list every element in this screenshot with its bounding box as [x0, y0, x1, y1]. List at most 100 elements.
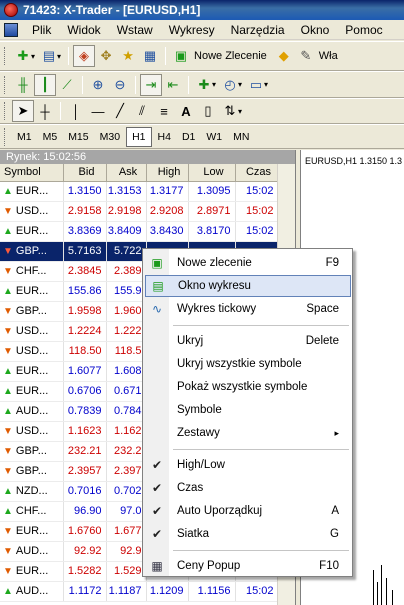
warning-icon[interactable]: ◆ [273, 45, 295, 67]
toolbar-grip[interactable] [4, 127, 7, 146]
dropdown-arrow-icon[interactable]: ▾ [264, 80, 268, 89]
menu-wstaw[interactable]: Wstaw [109, 23, 161, 37]
bid-cell: 96.90 [63, 501, 107, 522]
ask-cell: 1.677 [106, 521, 147, 542]
horizontal-line-icon[interactable]: — [87, 100, 109, 122]
period-h1[interactable]: H1 [126, 126, 152, 147]
equidistant-channel-icon[interactable]: ⫽ [131, 100, 153, 122]
context-menu-item[interactable]: ✔ Siatka G [145, 523, 351, 545]
navigator-icon[interactable]: ✥ [95, 45, 117, 67]
context-menu-item[interactable]: ▤ Okno wykresu [145, 275, 351, 297]
favorites-icon[interactable]: ★ [117, 45, 139, 67]
menu-plik[interactable]: Plik [24, 23, 59, 37]
context-menu-item[interactable]: Zestawy ▸ [145, 422, 351, 444]
context-menu-item[interactable]: Pokaż wszystkie symbole [145, 376, 351, 398]
context-menu-item[interactable]: ▦ Ceny Popup F10 [145, 555, 351, 577]
dropdown-arrow-icon[interactable]: ▾ [57, 52, 61, 61]
bid-cell: 118.50 [63, 341, 107, 362]
toolbar-grip[interactable] [4, 75, 7, 94]
context-menu-item[interactable]: Ukryj wszystkie symbole [145, 353, 351, 375]
fibonacci-icon[interactable]: ≡ [153, 100, 175, 122]
checkmark-icon: ✔ [151, 504, 163, 518]
crosshair-icon[interactable]: ┼ [34, 100, 56, 122]
popup-prices-icon: ▦ [151, 559, 163, 573]
menu-widok[interactable]: Widok [59, 23, 108, 37]
bar-chart-icon[interactable]: ╫ [12, 74, 34, 96]
trendline-icon[interactable]: ╱ [109, 100, 131, 122]
chart-shift-icon[interactable]: ⇤ [162, 74, 184, 96]
market-watch-icon[interactable]: ◈ [73, 45, 96, 67]
checkmark-icon: ✔ [151, 458, 163, 472]
vertical-line-icon[interactable]: │ [65, 100, 87, 122]
column-header-high[interactable]: High [146, 164, 189, 182]
label-icon[interactable]: ▯ [197, 100, 219, 122]
new-order-button[interactable]: Nowe Zlecenie [194, 50, 267, 62]
zoom-in-icon[interactable]: ⊕ [87, 74, 109, 96]
table-row[interactable]: ▲ EUR... 3.8369 3.8409 3.8430 3.8170 15:02 [0, 221, 279, 242]
context-menu-item[interactable]: ∿ Wykres tickowy Space [145, 298, 351, 320]
column-header-low[interactable]: Low [188, 164, 236, 182]
symbol-name: EUR... [15, 285, 49, 297]
document-system-icon[interactable] [4, 22, 18, 37]
menu-okno[interactable]: Okno [293, 23, 338, 37]
period-h4[interactable]: H4 [153, 127, 176, 147]
line-chart-icon[interactable]: ⟋ [56, 74, 78, 96]
arrow-up-icon: ▲ [3, 586, 13, 597]
table-row[interactable]: ▲ AUD... 1.1172 1.1187 1.1209 1.1156 15:02 [0, 581, 279, 602]
menu-wykresy[interactable]: Wykresy [161, 23, 223, 37]
low-cell: 1.3095 [188, 181, 236, 202]
dropdown-arrow-icon[interactable]: ▾ [212, 80, 216, 89]
time-cell: 15:02 [235, 221, 279, 242]
period-w1[interactable]: W1 [201, 127, 227, 147]
dropdown-arrow-icon[interactable]: ▾ [238, 107, 242, 116]
menu-item-label: Siatka [177, 528, 209, 540]
period-m1[interactable]: M1 [12, 127, 37, 147]
column-header-bid[interactable]: Bid [63, 164, 107, 182]
context-menu-item[interactable]: ▣ Nowe zlecenie F9 [145, 252, 351, 274]
toolbar-grip[interactable] [4, 47, 7, 65]
dropdown-arrow-icon[interactable]: ▾ [238, 80, 242, 89]
terminal-icon[interactable]: ▦ [139, 45, 161, 67]
menu-pomoc[interactable]: Pomoc [337, 23, 390, 37]
text-icon[interactable]: A [175, 100, 197, 122]
truncated-toolbar-label[interactable]: Wła [319, 50, 338, 62]
zoom-out-icon[interactable]: ⊖ [109, 74, 131, 96]
candlestick-icon[interactable]: ┃ [34, 73, 56, 96]
symbol-name: USD... [15, 345, 49, 357]
auto-scroll-icon[interactable]: ⇥ [140, 73, 162, 96]
column-header-symbol[interactable]: Symbol [0, 164, 64, 182]
context-menu-item[interactable]: ✔ High/Low [145, 454, 351, 476]
period-m15[interactable]: M15 [63, 127, 93, 147]
bid-cell: 0.7016 [63, 481, 107, 502]
arrow-down-icon: ▼ [3, 326, 13, 337]
context-menu-item[interactable]: ✔ Auto Uporządkuj A [145, 500, 351, 522]
dropdown-arrow-icon[interactable]: ▾ [31, 52, 35, 61]
period-m30[interactable]: M30 [95, 127, 125, 147]
bid-cell: 1.6077 [63, 361, 107, 382]
expert-icon[interactable]: ✎ [295, 45, 317, 67]
new-order-icon[interactable]: ▣ [170, 45, 192, 67]
bid-cell: 2.9158 [63, 201, 107, 222]
ask-cell: 1.960 [106, 301, 147, 322]
context-menu-item[interactable]: ✔ Czas [145, 477, 351, 499]
period-mn[interactable]: MN [228, 127, 254, 147]
tick-chart-icon: ∿ [151, 302, 163, 316]
context-menu-item[interactable]: Ukryj Delete [145, 330, 351, 352]
table-row[interactable]: ▼ USD... 2.9158 2.9198 2.9208 2.8971 15:02 [0, 201, 279, 222]
app-logo-icon [4, 3, 18, 17]
menu-narzedzia[interactable]: Narzędzia [223, 23, 293, 37]
arrow-down-icon: ▼ [3, 346, 13, 357]
period-d1[interactable]: D1 [177, 127, 200, 147]
high-cell: 3.8430 [146, 221, 189, 242]
arrow-down-icon: ▼ [3, 566, 13, 577]
period-m5[interactable]: M5 [38, 127, 63, 147]
symbol-name: USD... [15, 205, 49, 217]
context-menu-item[interactable]: Symbole [145, 399, 351, 421]
menu-item-label: Ceny Popup [177, 560, 241, 572]
cursor-icon[interactable]: ➤ [12, 100, 34, 122]
column-header-time[interactable]: Czas [235, 164, 279, 182]
column-header-ask[interactable]: Ask [106, 164, 147, 182]
time-cell: 15:02 [235, 581, 279, 602]
table-row[interactable]: ▲ EUR... 1.3150 1.3153 1.3177 1.3095 15:02 [0, 181, 279, 202]
toolbar-grip[interactable] [4, 102, 7, 120]
